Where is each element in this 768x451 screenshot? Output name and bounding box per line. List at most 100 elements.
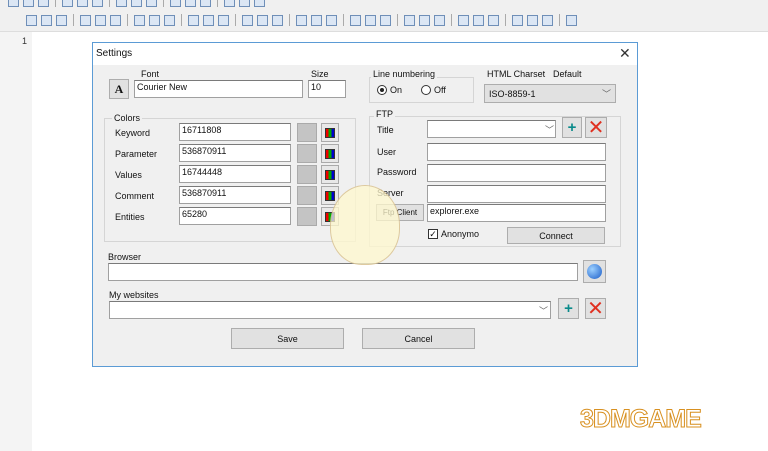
browse-button[interactable] [583, 260, 606, 283]
split-icon[interactable] [188, 14, 199, 26]
ftp-user-input[interactable] [427, 143, 606, 161]
textbox-icon[interactable] [95, 14, 106, 26]
ftp-title-combobox[interactable] [427, 120, 556, 138]
websites-add-button[interactable]: + [558, 298, 579, 319]
layer-icon[interactable] [296, 14, 307, 26]
color-icon[interactable] [224, 0, 235, 7]
radio-icon[interactable] [458, 14, 469, 26]
color-picker-button[interactable] [321, 123, 339, 142]
color-swatch[interactable] [297, 123, 317, 142]
button-icon[interactable] [326, 14, 337, 26]
palette-icon[interactable] [239, 0, 250, 7]
radio-on-label: On [390, 85, 403, 95]
merge-icon[interactable] [203, 14, 214, 26]
input-icon[interactable] [434, 14, 445, 26]
insert-col-icon[interactable] [149, 14, 160, 26]
font-button[interactable]: A [109, 79, 129, 99]
color-swatch[interactable] [297, 186, 317, 205]
anonymous-checkbox[interactable]: ✓ Anonymo [428, 229, 479, 239]
tree-icon[interactable] [404, 14, 415, 26]
insert-row-icon[interactable] [164, 14, 175, 26]
font-label: Font [141, 69, 160, 79]
tool-icon[interactable] [254, 0, 265, 7]
charset-default-label: Default [553, 69, 582, 79]
list-box-icon[interactable] [380, 14, 391, 26]
frame-top-icon[interactable] [26, 14, 37, 26]
align-icon[interactable] [146, 0, 157, 7]
table-icon[interactable] [185, 0, 196, 7]
connect-button[interactable]: Connect [507, 227, 605, 244]
checkbox-icon[interactable] [473, 14, 484, 26]
palette-icon [325, 127, 335, 138]
cancel-button[interactable]: Cancel [362, 328, 475, 349]
color-input-comment[interactable]: 536870911 [179, 186, 291, 204]
ftp-label: FTP [374, 109, 395, 119]
font-input[interactable]: Courier New [134, 80, 303, 98]
new-icon[interactable] [8, 0, 19, 7]
save-button[interactable]: Save [231, 328, 344, 349]
color-input-entities[interactable]: 65280 [179, 207, 291, 225]
color-input-parameter[interactable]: 536870911 [179, 144, 291, 162]
color-picker-button[interactable] [321, 144, 339, 163]
validate-icon[interactable] [512, 14, 523, 26]
toolbar-separator [109, 0, 110, 7]
frames-icon[interactable] [56, 14, 67, 26]
tag-icon[interactable] [527, 14, 538, 26]
toolbar-separator [559, 14, 560, 26]
delete-table-icon[interactable] [134, 14, 145, 26]
image-button-icon[interactable] [350, 14, 361, 26]
ftp-client-input[interactable]: explorer.exe [427, 204, 606, 222]
browser-input[interactable] [108, 263, 578, 281]
php-icon[interactable] [488, 14, 499, 26]
italic-icon[interactable] [92, 0, 103, 7]
charset-select[interactable]: ISO-8859-1 ﹀ [484, 84, 616, 103]
radio-off-indicator[interactable] [421, 85, 431, 95]
toolbar-separator [163, 0, 164, 7]
radio-on-indicator[interactable] [377, 85, 387, 95]
select-icon[interactable] [419, 14, 430, 26]
palette-icon [325, 190, 335, 201]
websites-combobox[interactable] [109, 301, 551, 319]
color-swatch[interactable] [297, 165, 317, 184]
link-icon[interactable] [200, 0, 211, 7]
col-right-icon[interactable] [242, 14, 253, 26]
list-icon[interactable] [131, 0, 142, 7]
chevron-down-icon: ﹀ [601, 89, 611, 99]
save-icon[interactable] [38, 0, 49, 7]
blank-icon[interactable] [365, 14, 376, 26]
textfield-icon[interactable] [311, 14, 322, 26]
websites-delete-button[interactable]: ✕ [585, 298, 606, 319]
bold-icon[interactable] [77, 0, 88, 7]
toolbar-separator [397, 14, 398, 26]
row-del-icon[interactable] [272, 14, 283, 26]
image-icon[interactable] [170, 0, 181, 7]
close-icon[interactable]: ✕ [619, 45, 631, 62]
ftp-server-input[interactable] [427, 185, 606, 203]
table-grid-icon[interactable] [110, 14, 121, 26]
color-input-values[interactable]: 16744448 [179, 165, 291, 183]
frame-bottom-icon[interactable] [41, 14, 52, 26]
line-gutter [0, 32, 32, 451]
size-input[interactable]: 10 [308, 80, 346, 98]
font-icon[interactable] [566, 14, 577, 26]
color-swatch[interactable] [297, 207, 317, 226]
ftp-delete-button[interactable]: ✕ [585, 117, 607, 138]
ftp-add-button[interactable]: + [562, 117, 582, 138]
underline-icon[interactable] [116, 0, 127, 7]
ftp-password-input[interactable] [427, 164, 606, 182]
delete-x-icon: ✕ [587, 297, 604, 320]
plus-icon: + [567, 119, 577, 136]
form-icon[interactable] [80, 14, 91, 26]
color-input-keyword[interactable]: 16711808 [179, 123, 291, 141]
cut-icon[interactable] [62, 0, 73, 7]
col-left-icon[interactable] [218, 14, 229, 26]
color-picker-button[interactable] [321, 165, 339, 184]
row-add-icon[interactable] [257, 14, 268, 26]
color-swatch[interactable] [297, 144, 317, 163]
open-icon[interactable] [23, 0, 34, 7]
toolbar-separator [235, 14, 236, 26]
tools-icon[interactable] [542, 14, 553, 26]
checkmark-icon[interactable]: ✓ [428, 229, 438, 239]
radio-on[interactable]: On [377, 85, 402, 95]
radio-off[interactable]: Off [421, 85, 446, 95]
